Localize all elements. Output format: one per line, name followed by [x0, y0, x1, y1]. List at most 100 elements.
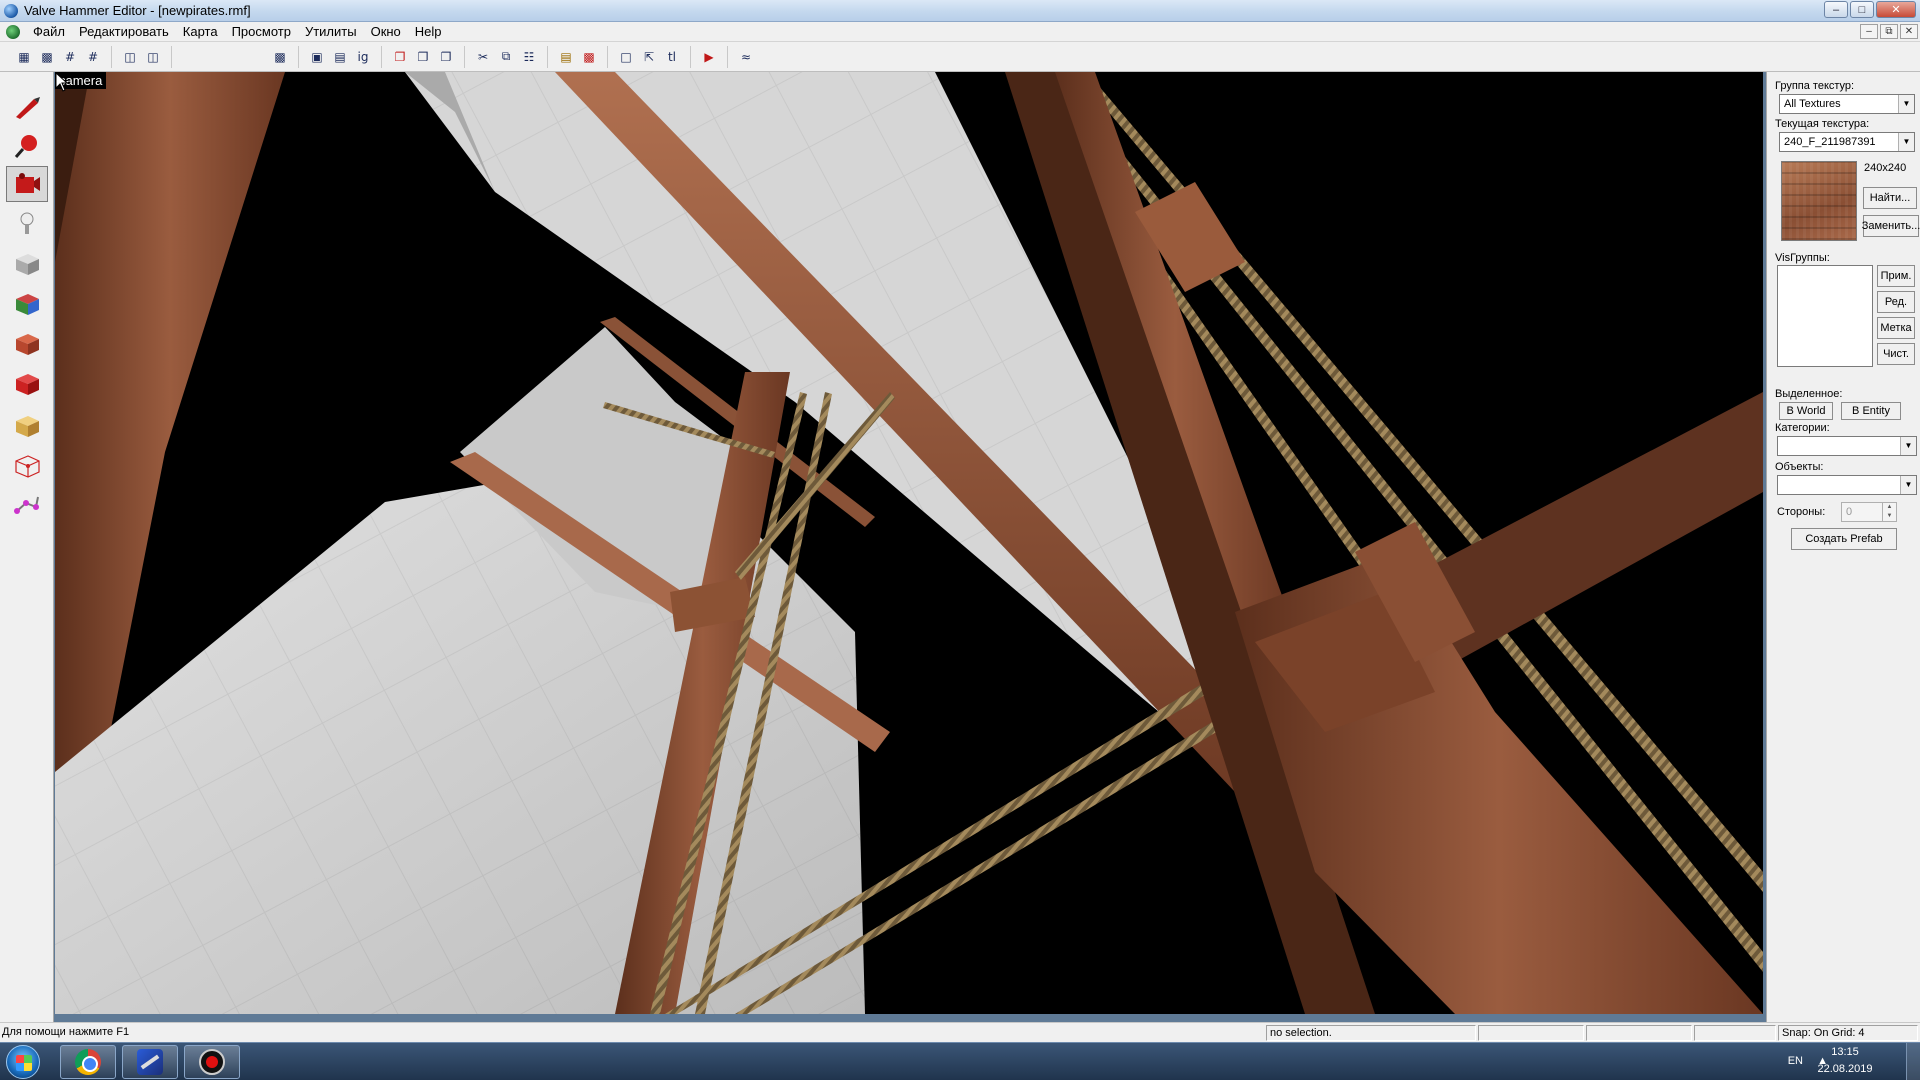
camera-tool[interactable] — [6, 166, 48, 202]
texture-lock-scale-icon[interactable]: ▩ — [579, 47, 599, 67]
to-world-button[interactable]: В World — [1779, 402, 1833, 420]
clip-icon[interactable]: ❐ — [436, 47, 456, 67]
camera-viewport[interactable]: camera — [55, 72, 1763, 1014]
chevron-down-icon[interactable]: ▼ — [1898, 95, 1914, 113]
texture-app-icon[interactable]: ▩ — [270, 47, 290, 67]
categories-select[interactable]: ▼ — [1777, 436, 1917, 456]
sides-stepper[interactable]: 0 ▲ ▼ — [1841, 502, 1897, 522]
doc-minimize-button[interactable]: – — [1860, 24, 1878, 39]
menu-help[interactable]: Help — [408, 22, 449, 42]
decal-tool[interactable] — [6, 366, 48, 402]
doc-close-button[interactable]: ✕ — [1900, 24, 1918, 39]
doc-restore-button[interactable]: ⧉ — [1880, 24, 1898, 39]
decal-icon — [16, 374, 39, 395]
copy-icon[interactable]: ⧉ — [496, 47, 516, 67]
texture-lock-icon[interactable]: ▤ — [556, 47, 576, 67]
hollow-icon[interactable]: ❐ — [413, 47, 433, 67]
entity-tool[interactable] — [6, 206, 48, 242]
texture-panel: Группа текстур: All Textures ▼ Текущая т… — [1766, 72, 1920, 1032]
menu-tools[interactable]: Утилиты — [298, 22, 364, 42]
vertex-tool[interactable] — [6, 448, 48, 484]
ungroup-icon[interactable]: ▤ — [330, 47, 350, 67]
texture-group-value: All Textures — [1784, 98, 1841, 110]
taskbar-recorder[interactable] — [184, 1045, 240, 1079]
clock-time[interactable]: 13:15 — [1810, 1046, 1880, 1058]
entity-report-icon[interactable]: ◫ — [143, 47, 163, 67]
language-indicator[interactable]: EN — [1788, 1055, 1803, 1067]
start-button[interactable] — [6, 1045, 40, 1079]
path-tool[interactable] — [6, 486, 48, 522]
zoom-icon[interactable]: ≈ — [736, 47, 756, 67]
close-button[interactable]: ✕ — [1876, 1, 1916, 18]
grid-icon[interactable]: ▦ — [14, 47, 34, 67]
chrome-icon — [75, 1049, 101, 1075]
tie-to-entity-icon[interactable]: tl — [662, 47, 682, 67]
objects-select[interactable]: ▼ — [1777, 475, 1917, 495]
selection-tool[interactable] — [6, 90, 48, 126]
create-prefab-button[interactable]: Создать Prefab — [1791, 528, 1897, 550]
visgroup-apply-button[interactable]: Прим. — [1877, 265, 1915, 287]
visgroup-purge-button[interactable]: Чист. — [1877, 343, 1915, 365]
texture-group-select[interactable]: All Textures ▼ — [1779, 94, 1915, 114]
grid-snap-icon[interactable]: ▩ — [37, 47, 57, 67]
categories-label: Категории: — [1775, 422, 1830, 434]
grid-toolbar-group: ▦ ▩ # # — [6, 45, 112, 68]
to-entity-button[interactable]: В Entity — [1841, 402, 1901, 420]
maximize-button[interactable]: □ — [1850, 1, 1874, 18]
window-controls: – □ ✕ — [1824, 1, 1916, 18]
run-map-icon[interactable]: ▶ — [699, 47, 719, 67]
visgroup-mark-button[interactable]: Метка — [1877, 317, 1915, 339]
select-all-icon[interactable]: □ — [616, 47, 636, 67]
main-toolbar: ▦ ▩ # # ◫ ◫ ▩ ▣ ▤ ig ❐ ❐ ❐ ✂ ⧉ ☷ ▤ ▩ □ ⇱… — [0, 42, 1920, 72]
menu-map[interactable]: Карта — [176, 22, 225, 42]
menu-window[interactable]: Окно — [364, 22, 408, 42]
taskbar-chrome[interactable] — [60, 1045, 116, 1079]
visgroups-list[interactable] — [1777, 265, 1873, 367]
menu-view[interactable]: Просмотр — [225, 22, 298, 42]
clock-date[interactable]: 22.08.2019 — [1810, 1063, 1880, 1075]
hammer-app-icon[interactable] — [4, 3, 18, 18]
mouse-cursor-icon — [55, 72, 69, 92]
ignore-group-icon[interactable]: ig — [353, 47, 373, 67]
grid-smaller-icon[interactable]: # — [60, 47, 80, 67]
menu-file[interactable]: Файл — [26, 22, 72, 42]
map-info-icon[interactable]: ◫ — [120, 47, 140, 67]
status-bar: Для помощи нажмите F1 no selection. Snap… — [0, 1022, 1920, 1042]
group-icon[interactable]: ▣ — [307, 47, 327, 67]
clip-icon — [16, 416, 39, 437]
block-tool[interactable] — [6, 246, 48, 282]
texture-size: 240x240 — [1864, 162, 1907, 174]
status-pane-4 — [1694, 1025, 1776, 1041]
current-texture-label: Текущая текстура: — [1775, 118, 1870, 130]
texture-preview[interactable] — [1781, 161, 1857, 241]
carve-icon[interactable]: ❐ — [390, 47, 410, 67]
apply-texture-tool[interactable] — [6, 326, 48, 362]
status-selection: no selection. — [1266, 1025, 1476, 1041]
current-texture-value: 240_F_211987391 — [1784, 136, 1876, 148]
clip-tool[interactable] — [6, 408, 48, 444]
visgroup-edit-button[interactable]: Ред. — [1877, 291, 1915, 313]
document-icon[interactable] — [6, 24, 20, 39]
grid-larger-icon[interactable]: # — [83, 47, 103, 67]
taskbar-hammer[interactable] — [122, 1045, 178, 1079]
replace-texture-button[interactable]: Заменить... — [1862, 215, 1920, 237]
find-texture-button[interactable]: Найти... — [1863, 187, 1917, 209]
chevron-down-icon[interactable]: ▼ — [1900, 437, 1916, 455]
zoom-toolbar-group: ≈ — [728, 46, 764, 68]
selection-icon[interactable]: ⇱ — [639, 47, 659, 67]
info-toolbar-group: ◫ ◫ — [112, 45, 172, 68]
status-pane-3 — [1586, 1025, 1692, 1041]
current-texture-select[interactable]: 240_F_211987391 ▼ — [1779, 132, 1915, 152]
texture-tool[interactable] — [6, 286, 48, 322]
chevron-down-icon[interactable]: ▼ — [1900, 476, 1916, 494]
stepper-arrows-icon[interactable]: ▲ ▼ — [1882, 503, 1896, 521]
menu-edit[interactable]: Редактировать — [72, 22, 176, 42]
chevron-down-icon[interactable]: ▼ — [1898, 133, 1914, 151]
show-desktop-button[interactable] — [1906, 1043, 1920, 1080]
minimize-button[interactable]: – — [1824, 1, 1848, 18]
sides-value: 0 — [1846, 506, 1853, 518]
cut-icon[interactable]: ✂ — [473, 47, 493, 67]
paste-icon[interactable]: ☷ — [519, 47, 539, 67]
magnify-tool[interactable] — [6, 128, 48, 164]
scene-render — [55, 72, 1763, 1014]
